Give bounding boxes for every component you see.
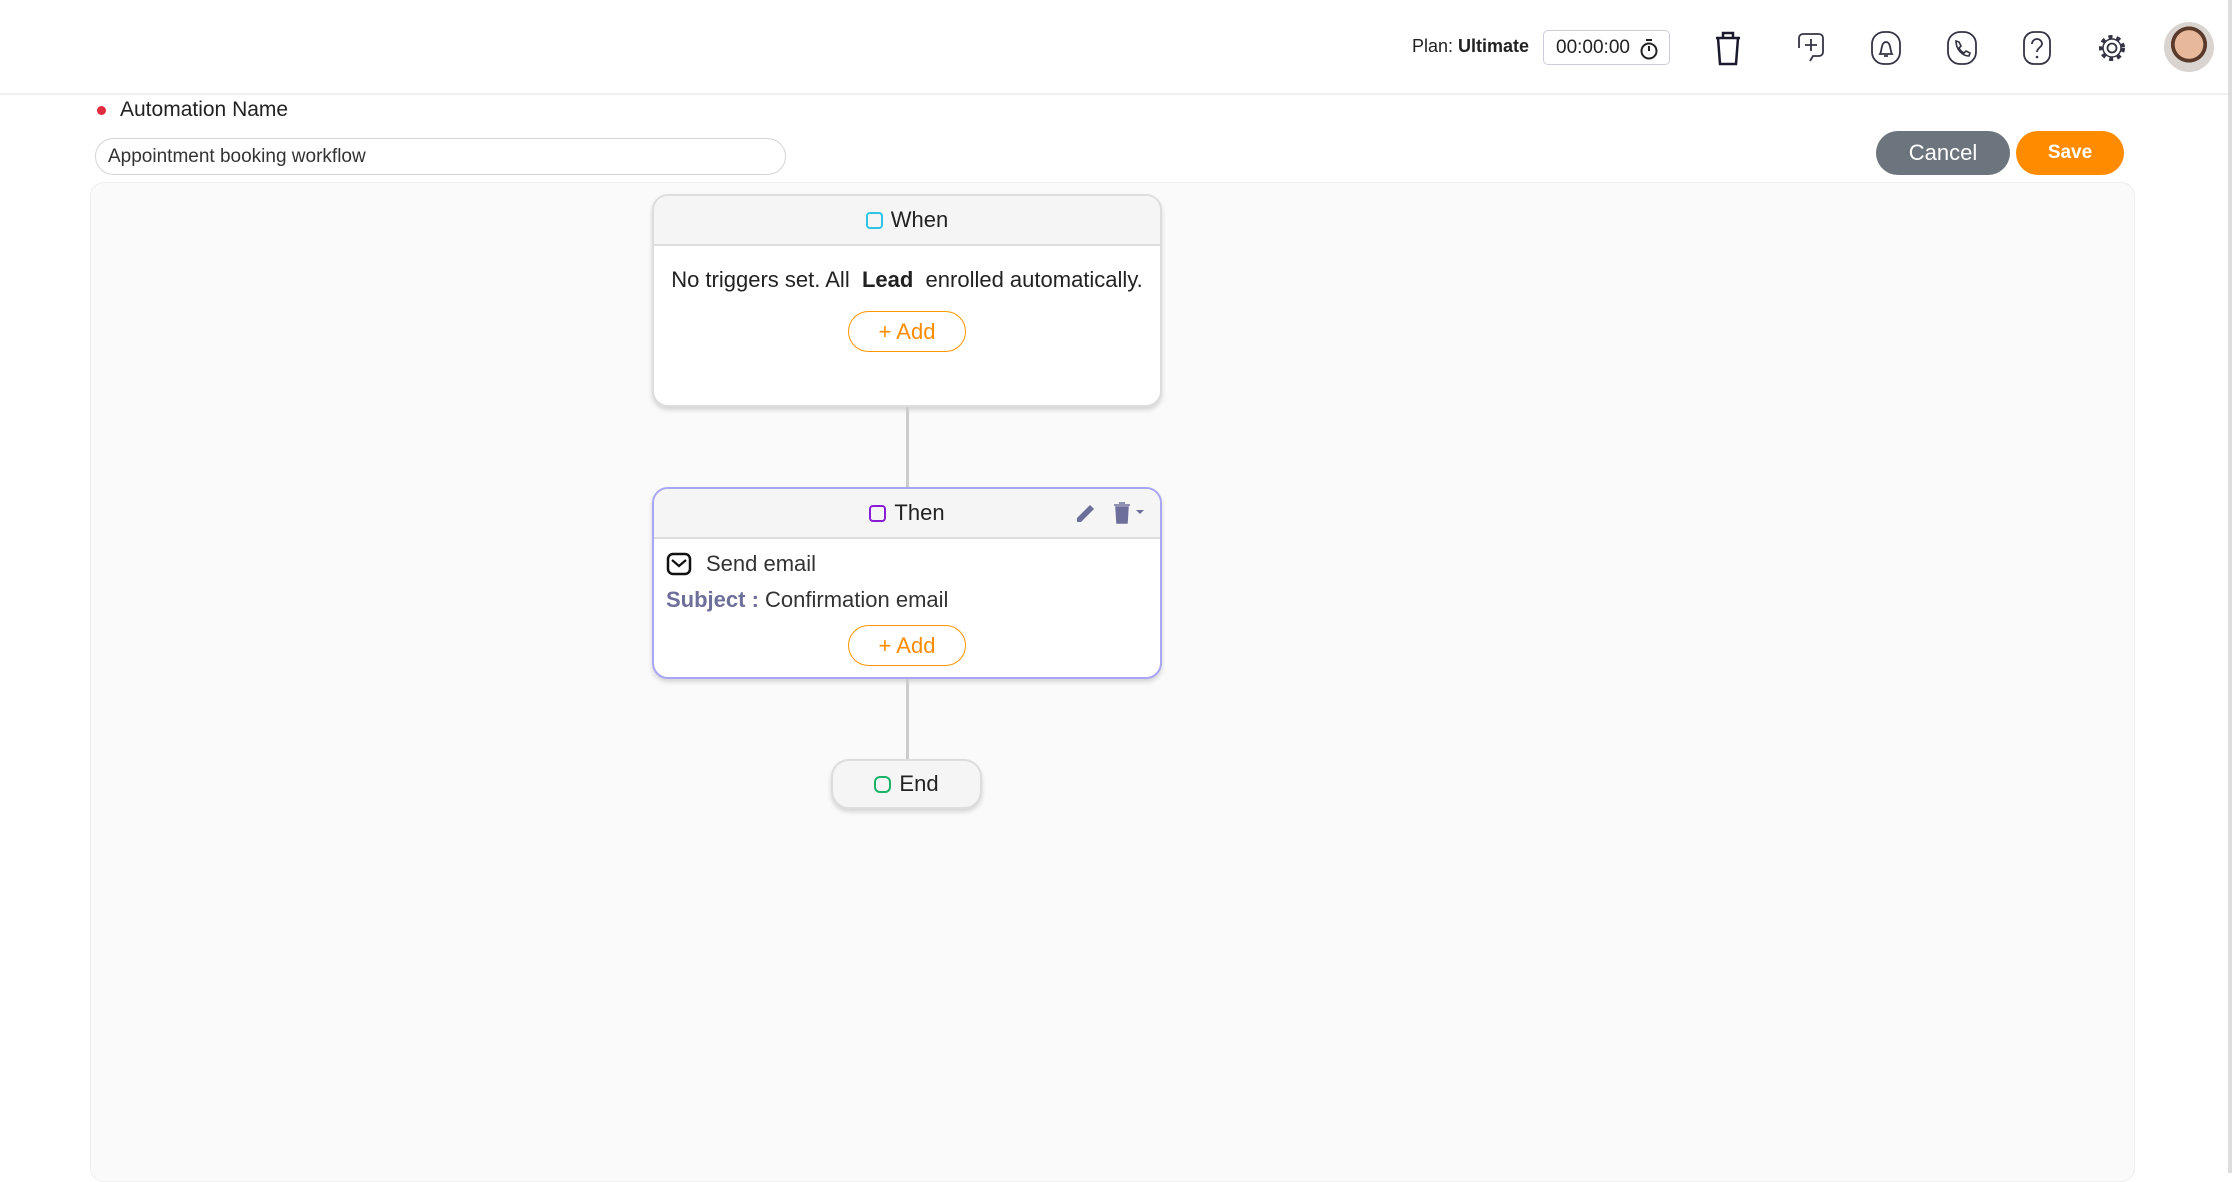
end-title: End: [899, 771, 939, 796]
plus-icon: +: [878, 632, 892, 658]
action-square-icon: [869, 504, 887, 522]
trigger-square-icon: [865, 211, 883, 229]
when-text-after: enrolled automatically.: [925, 267, 1143, 292]
required-indicator: [97, 106, 106, 115]
phone-icon[interactable]: [1944, 28, 1980, 68]
action-row: Send email: [654, 539, 1160, 577]
then-title: Then: [894, 500, 945, 525]
cancel-button[interactable]: Cancel: [1876, 131, 2010, 175]
plus-icon: +: [878, 318, 892, 344]
subject-row: Subject : Confirmation email: [654, 577, 1160, 613]
bell-icon[interactable]: [1868, 28, 1904, 68]
connector-line: [906, 407, 909, 487]
subject-value: Confirmation email: [765, 587, 949, 612]
email-icon: [666, 552, 692, 576]
automation-name-input[interactable]: [95, 138, 786, 175]
save-button[interactable]: Save: [2016, 131, 2124, 175]
then-card: Then Send email Subject : Confirmation e…: [652, 487, 1162, 679]
when-header: When: [654, 196, 1160, 246]
help-icon[interactable]: [2019, 28, 2055, 68]
edit-icon[interactable]: [1074, 501, 1098, 525]
when-description: No triggers set. All Lead enrolled autom…: [654, 246, 1160, 296]
avatar[interactable]: [2164, 22, 2214, 72]
entity-name: Lead: [861, 267, 914, 292]
subject-label: Subject :: [666, 587, 759, 612]
timer-value: 00:00:00: [1556, 37, 1630, 58]
then-header: Then: [654, 489, 1160, 539]
add-call-icon[interactable]: [1793, 28, 1829, 68]
add-label: Add: [896, 632, 936, 658]
gear-icon[interactable]: [2094, 28, 2130, 68]
timer[interactable]: 00:00:00: [1543, 30, 1670, 65]
plan-label: Plan:: [1412, 36, 1454, 56]
connector-line: [906, 679, 909, 759]
add-trigger-button[interactable]: + Add: [848, 311, 966, 352]
trash-icon[interactable]: [1710, 28, 1746, 68]
stopwatch-icon: [1640, 39, 1658, 60]
end-node: End: [831, 759, 982, 809]
action-name: Send email: [706, 551, 817, 576]
when-title: When: [890, 207, 949, 232]
scrollbar[interactable]: [2228, 0, 2232, 1173]
plan-value: Ultimate: [1458, 36, 1530, 56]
when-card: When No triggers set. All Lead enrolled …: [652, 194, 1162, 407]
end-circle-icon: [874, 775, 892, 793]
delete-icon[interactable]: [1112, 501, 1146, 525]
top-bar: Plan: Ultimate 00:00:00: [0, 0, 2232, 95]
automation-name-label: Automation Name: [120, 98, 289, 121]
add-action-button[interactable]: + Add: [848, 625, 966, 666]
when-text: No triggers set. All: [671, 267, 850, 292]
add-label: Add: [896, 318, 936, 344]
plan-indicator: Plan: Ultimate: [1412, 36, 1529, 57]
